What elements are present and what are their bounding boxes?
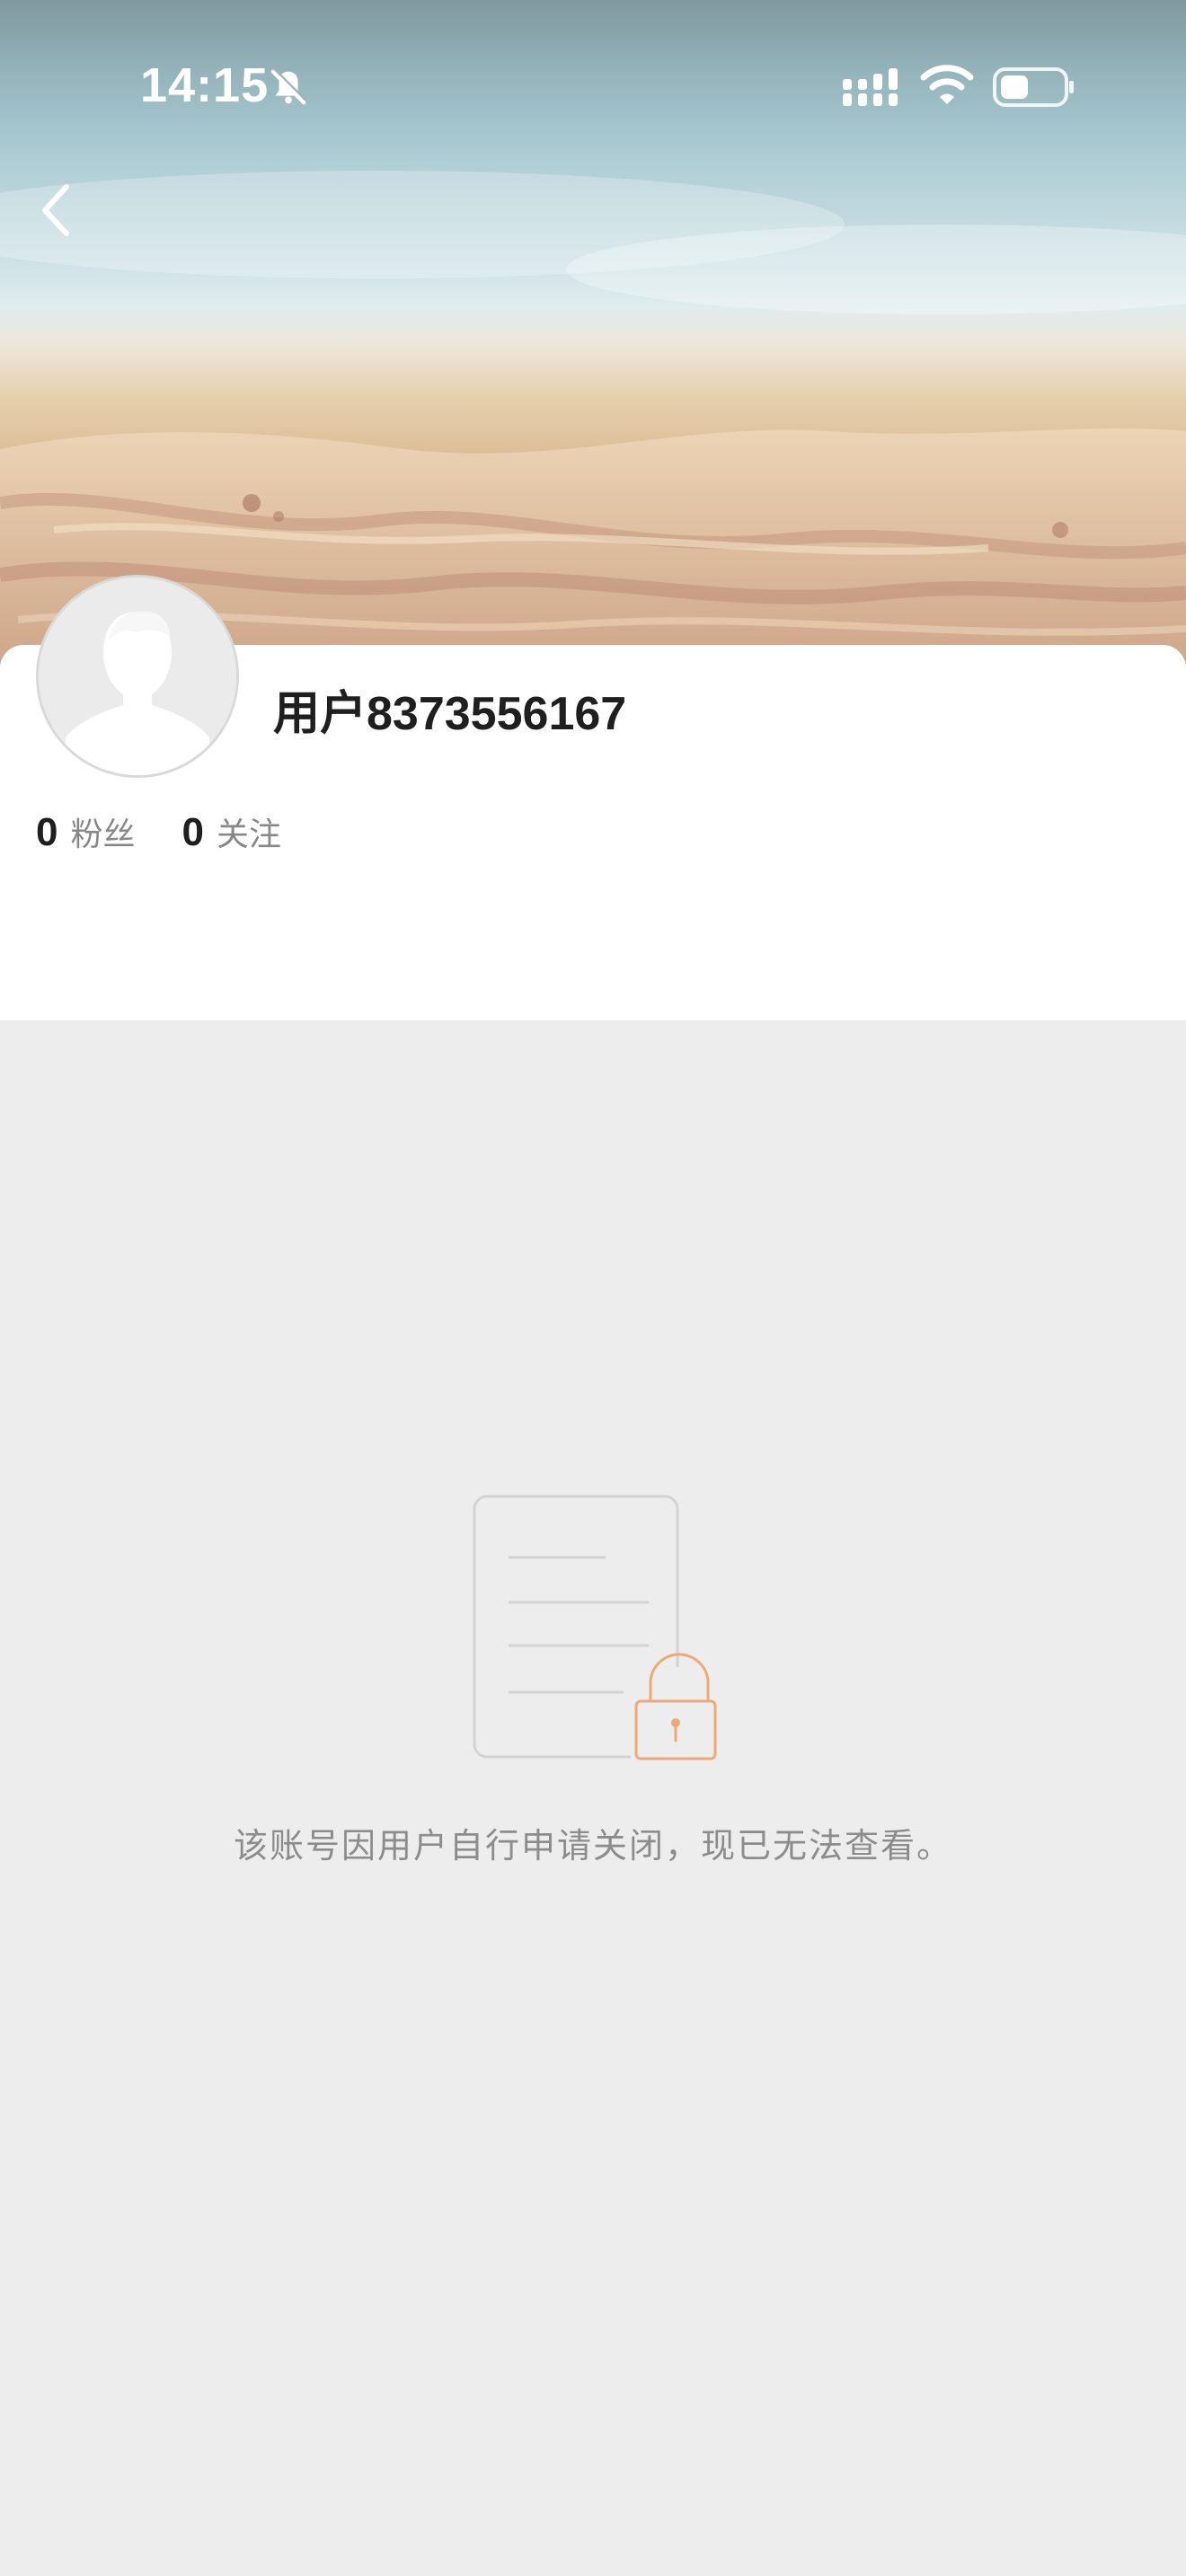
- username: 用户8373556167: [273, 688, 627, 740]
- status-time: 14:15: [140, 58, 270, 112]
- status-bar: 14:15: [0, 0, 1186, 171]
- following-count: 0: [181, 810, 204, 854]
- account-closed-message: 该账号因用户自行申请关闭，现已无法查看。: [233, 1826, 952, 1866]
- back-button[interactable]: [20, 176, 92, 248]
- locked-document-icon: [471, 1493, 722, 1766]
- wifi-icon: [920, 63, 974, 111]
- cellular-signal-icon: [841, 66, 904, 111]
- following-stat[interactable]: 0 关注: [182, 808, 282, 855]
- battery-icon: [992, 66, 1076, 111]
- bell-muted-icon: [268, 66, 309, 111]
- profile-stats: 0 粉丝 0 关注: [36, 808, 328, 862]
- followers-label: 粉丝: [70, 816, 136, 853]
- user-profile-page: 14:15 用户8373556167 0 粉丝 0 关注 该账号因用户自行申请关…: [0, 0, 1186, 2576]
- default-avatar-icon: [39, 578, 236, 775]
- followers-stat[interactable]: 0 粉丝: [36, 808, 136, 855]
- chevron-left-icon: [36, 181, 75, 243]
- avatar[interactable]: [36, 575, 239, 778]
- followers-count: 0: [36, 810, 58, 854]
- following-label: 关注: [216, 816, 281, 853]
